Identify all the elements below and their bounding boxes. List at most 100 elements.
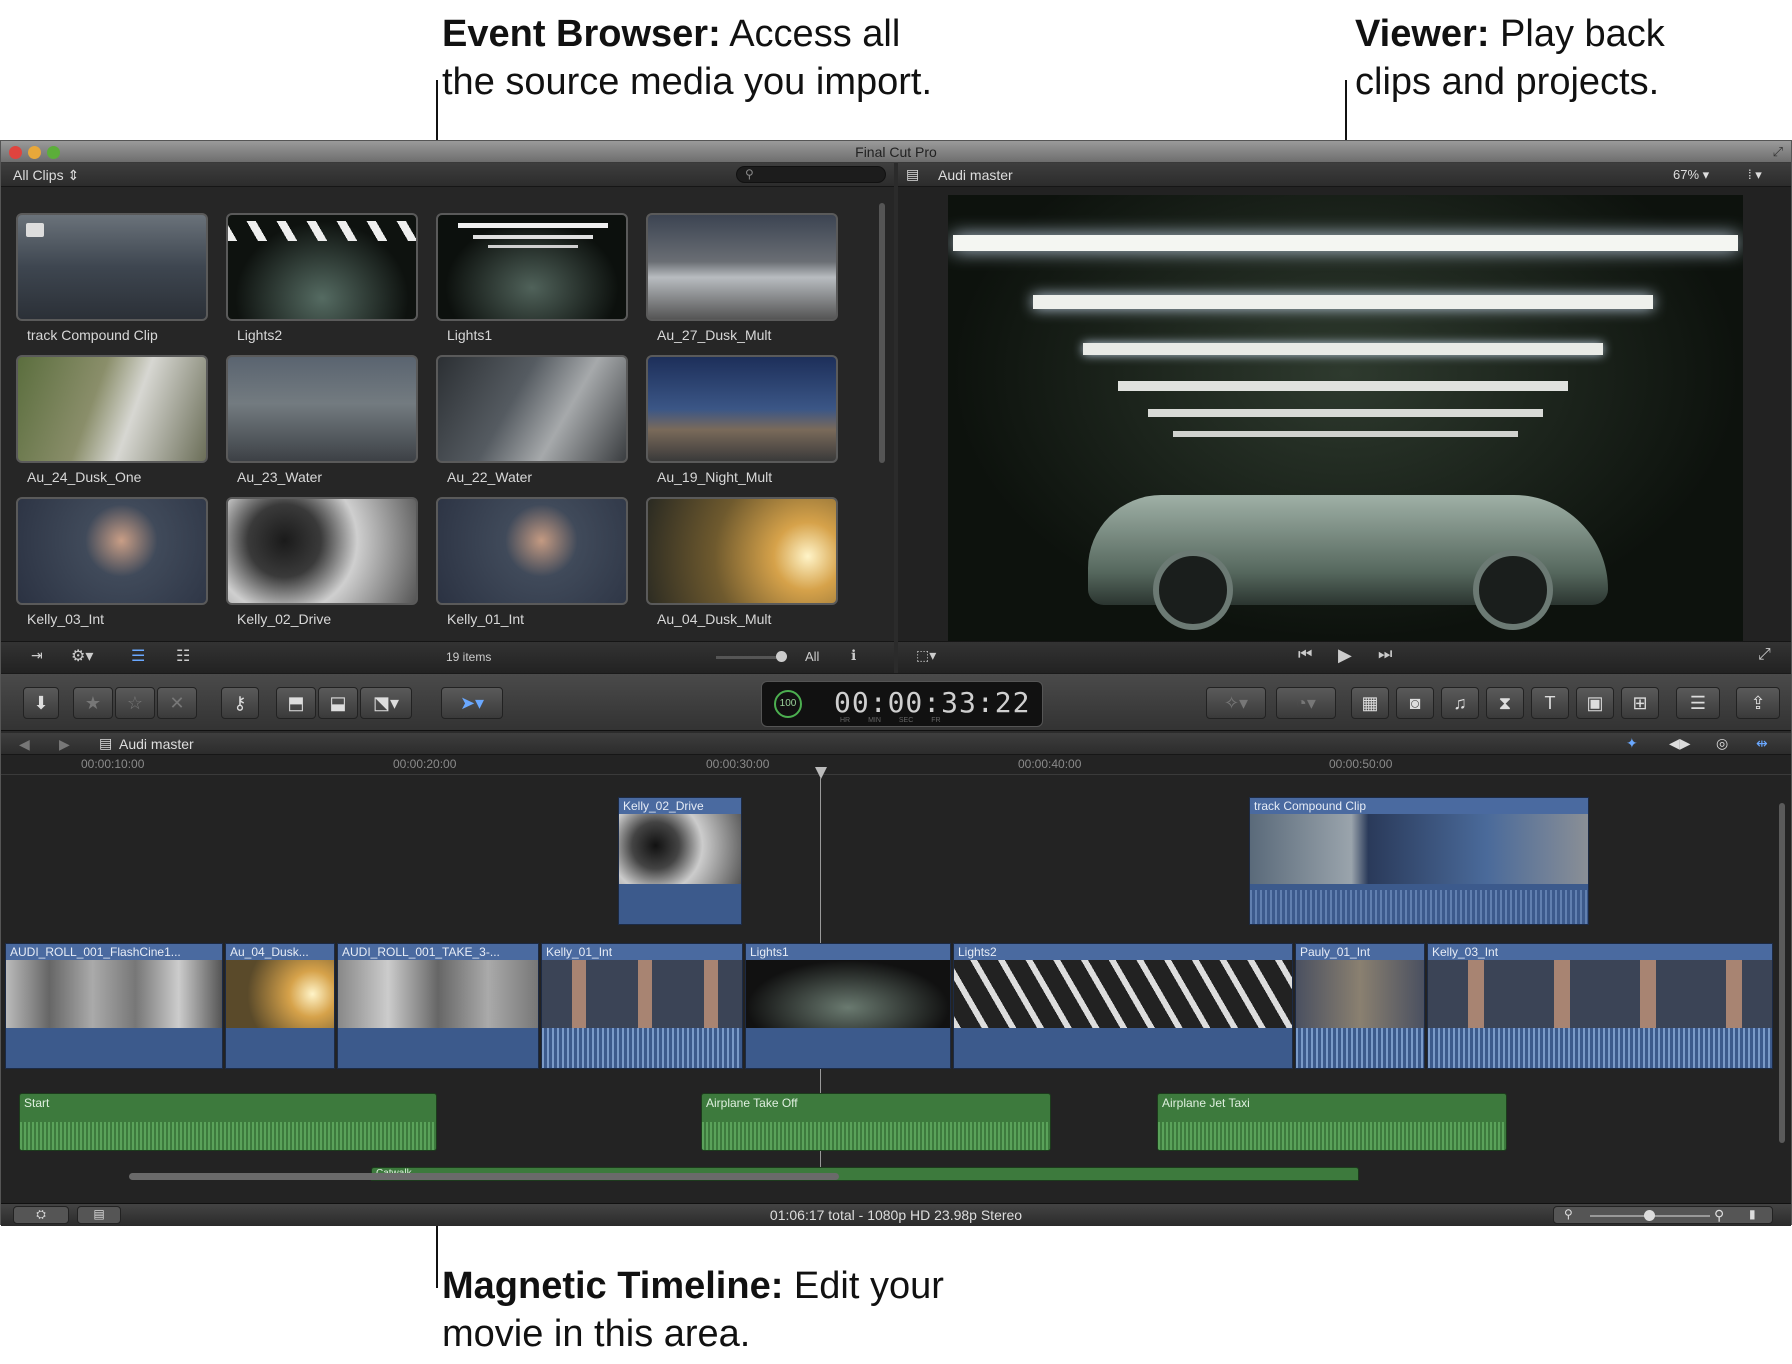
connected-compound-clip[interactable]: track Compound Clip (1249, 797, 1589, 925)
connect-clip-icon[interactable]: ⬒ (276, 687, 316, 719)
viewer-header: ▤ Audi master 67% ▾ ⁞ ▾ (898, 163, 1791, 187)
clip-thumbnail[interactable] (436, 213, 628, 321)
previous-edit-icon[interactable]: ⏮ (1298, 646, 1312, 664)
zoom-in-icon[interactable]: ⚲ (1714, 1207, 1724, 1224)
zoom-control[interactable]: ⚲ ⚲ ▮ (1553, 1206, 1773, 1224)
info-icon[interactable]: ℹ (851, 647, 856, 664)
ruler-tick-label: 00:00:30:00 (706, 757, 770, 771)
storyline-clip[interactable]: AUDI_ROLL_001_FlashCine1... (5, 943, 223, 1069)
select-tool-icon[interactable]: ➤▾ (441, 687, 503, 719)
clip-thumbnail[interactable] (226, 497, 418, 605)
zoom-out-icon[interactable]: ⚲ (1564, 1207, 1573, 1221)
filmstrip-view-icon[interactable]: ☰ (131, 646, 145, 666)
clip-filter-popup[interactable]: All Clips ⇕ (13, 167, 79, 184)
titles-browser-icon[interactable]: T (1531, 687, 1569, 719)
clip-thumbnail[interactable] (16, 355, 208, 463)
clip-thumbnail[interactable] (226, 355, 418, 463)
zoom-popup[interactable]: 67% ▾ (1673, 167, 1709, 183)
audio-clip[interactable]: Airplane Jet Taxi (1157, 1093, 1507, 1151)
photos-browser-icon[interactable]: ◙ (1396, 687, 1434, 719)
skimming-icon[interactable]: ✦ (1626, 735, 1638, 752)
clip-thumbnail[interactable] (226, 213, 418, 321)
storyline-clip[interactable]: Kelly_01_Int (541, 943, 743, 1069)
browser-scrollbar[interactable] (879, 203, 885, 463)
background-tasks-indicator[interactable]: 100 (774, 690, 802, 718)
settings-popup-icon[interactable]: ⁞ ▾ (1748, 167, 1762, 183)
clip-thumbnail[interactable] (16, 213, 208, 321)
list-view-icon[interactable]: ☷ (176, 646, 190, 666)
themes-browser-icon[interactable]: ⊞ (1621, 687, 1659, 719)
timeline-vertical-scrollbar[interactable] (1779, 803, 1785, 1143)
dashboard[interactable]: 100 00:00:33:22 HR MIN SEC FR (761, 681, 1043, 727)
clip-label: Au_19_Night_Mult (657, 469, 773, 485)
clip-name: AUDI_ROLL_001_TAKE_3-... (338, 944, 538, 960)
clip-name: Airplane Take Off (706, 1096, 798, 1110)
storyline-clip[interactable]: Lights2 (953, 943, 1293, 1069)
timecode-display[interactable]: 00:00:33:22 (834, 686, 1030, 719)
audio-clip[interactable]: Airplane Take Off (701, 1093, 1051, 1151)
clip-name: Pauly_01_Int (1296, 944, 1424, 960)
next-edit-icon[interactable]: ⏭ (1378, 646, 1392, 664)
insert-clip-icon[interactable]: ⬓ (318, 687, 358, 719)
append-clip-icon[interactable]: ⬔▾ (360, 687, 412, 719)
fullscreen-icon[interactable]: ⤢ (1773, 144, 1783, 160)
snapping-icon[interactable]: ⇹ (1756, 735, 1768, 752)
show-hide-library-icon[interactable]: ⇥ (31, 647, 43, 664)
transitions-browser-icon[interactable]: ⧗ (1486, 687, 1524, 719)
forward-icon[interactable]: ▶ (59, 736, 70, 753)
solo-icon[interactable]: ◎ (1716, 735, 1728, 752)
generators-browser-icon[interactable]: ▣ (1576, 687, 1614, 719)
audio-clip[interactable]: Start (19, 1093, 437, 1151)
retime-icon[interactable]: ◔▾ (1276, 687, 1336, 719)
clip-thumbnail[interactable] (646, 213, 838, 321)
timeline-project-name: Audi master (119, 736, 194, 752)
share-icon[interactable]: ⇪ (1736, 687, 1780, 719)
clip-label: Kelly_03_Int (27, 611, 105, 627)
storyline-clip[interactable]: AUDI_ROLL_001_TAKE_3-... (337, 943, 539, 1069)
magnetic-timeline[interactable]: ◀ ▶ ▤ Audi master ✦ ◀▶ ◎ ⇹ 00:00:10:00 0… (1, 733, 1791, 1203)
audio-skimming-icon[interactable]: ◀▶ (1669, 735, 1691, 752)
duration-popup[interactable]: All (805, 649, 819, 664)
connected-clip[interactable]: Kelly_02_Drive (618, 797, 742, 925)
timeline-horizontal-scrollbar[interactable] (129, 1173, 839, 1180)
clip-name: Lights1 (746, 944, 950, 960)
viewer-title: Audi master (938, 167, 1013, 183)
clip-appearance-icon[interactable]: ▮ (1749, 1207, 1756, 1221)
favorite-star-icon[interactable]: ★ (73, 687, 113, 719)
ruler-tick-label: 00:00:40:00 (1018, 757, 1082, 771)
storyline-clip[interactable]: Lights1 (745, 943, 951, 1069)
effects-browser-icon[interactable]: ▦ (1351, 687, 1389, 719)
search-field[interactable]: ⚲ (736, 166, 886, 183)
keyword-icon[interactable]: ⚷ (221, 687, 259, 719)
clip-thumbnail[interactable] (646, 497, 838, 605)
clip-thumbnail[interactable] (436, 355, 628, 463)
clip-thumbnail[interactable] (646, 355, 838, 463)
enhance-icon[interactable]: ✧▾ (1206, 687, 1266, 719)
storyline-clip[interactable]: Pauly_01_Int (1295, 943, 1425, 1069)
clip-thumbnail[interactable] (16, 497, 208, 605)
callout-event-browser: Event Browser: Access all the source medi… (442, 13, 933, 103)
callout-viewer: Viewer: Play back clips and projects. (1355, 13, 1665, 103)
music-browser-icon[interactable]: ♫ (1441, 687, 1479, 719)
unrate-star-icon[interactable]: ☆ (115, 687, 155, 719)
timeline-ruler[interactable]: 00:00:10:00 00:00:20:00 00:00:30:00 00:0… (1, 757, 1791, 775)
gear-icon[interactable]: ⚙▾ (71, 646, 93, 666)
back-icon[interactable]: ◀ (19, 736, 30, 753)
zoom-slider-knob[interactable] (1644, 1210, 1655, 1221)
slider-knob[interactable] (776, 651, 787, 662)
storyline-clip[interactable]: Kelly_03_Int (1427, 943, 1773, 1069)
fullscreen-playback-icon[interactable]: ⤢ (1758, 646, 1771, 664)
clip-label: Au_22_Water (447, 469, 533, 485)
clip-thumbnail[interactable] (436, 497, 628, 605)
transform-popup-icon[interactable]: ⬚▾ (916, 647, 936, 664)
clip-height-slider[interactable] (716, 656, 781, 659)
reject-icon[interactable]: ✕ (157, 687, 197, 719)
viewer-video-frame[interactable] (948, 195, 1743, 641)
play-icon[interactable]: ▶ (1338, 645, 1352, 666)
clip-name: Kelly_02_Drive (619, 798, 741, 814)
storyline-clip[interactable]: Au_04_Dusk... (225, 943, 335, 1069)
inspector-icon[interactable]: ☰ (1676, 687, 1720, 719)
ruler-tick-label: 00:00:20:00 (393, 757, 457, 771)
clip-name: Start (24, 1096, 50, 1110)
import-media-icon[interactable]: ⬇ (23, 687, 59, 719)
